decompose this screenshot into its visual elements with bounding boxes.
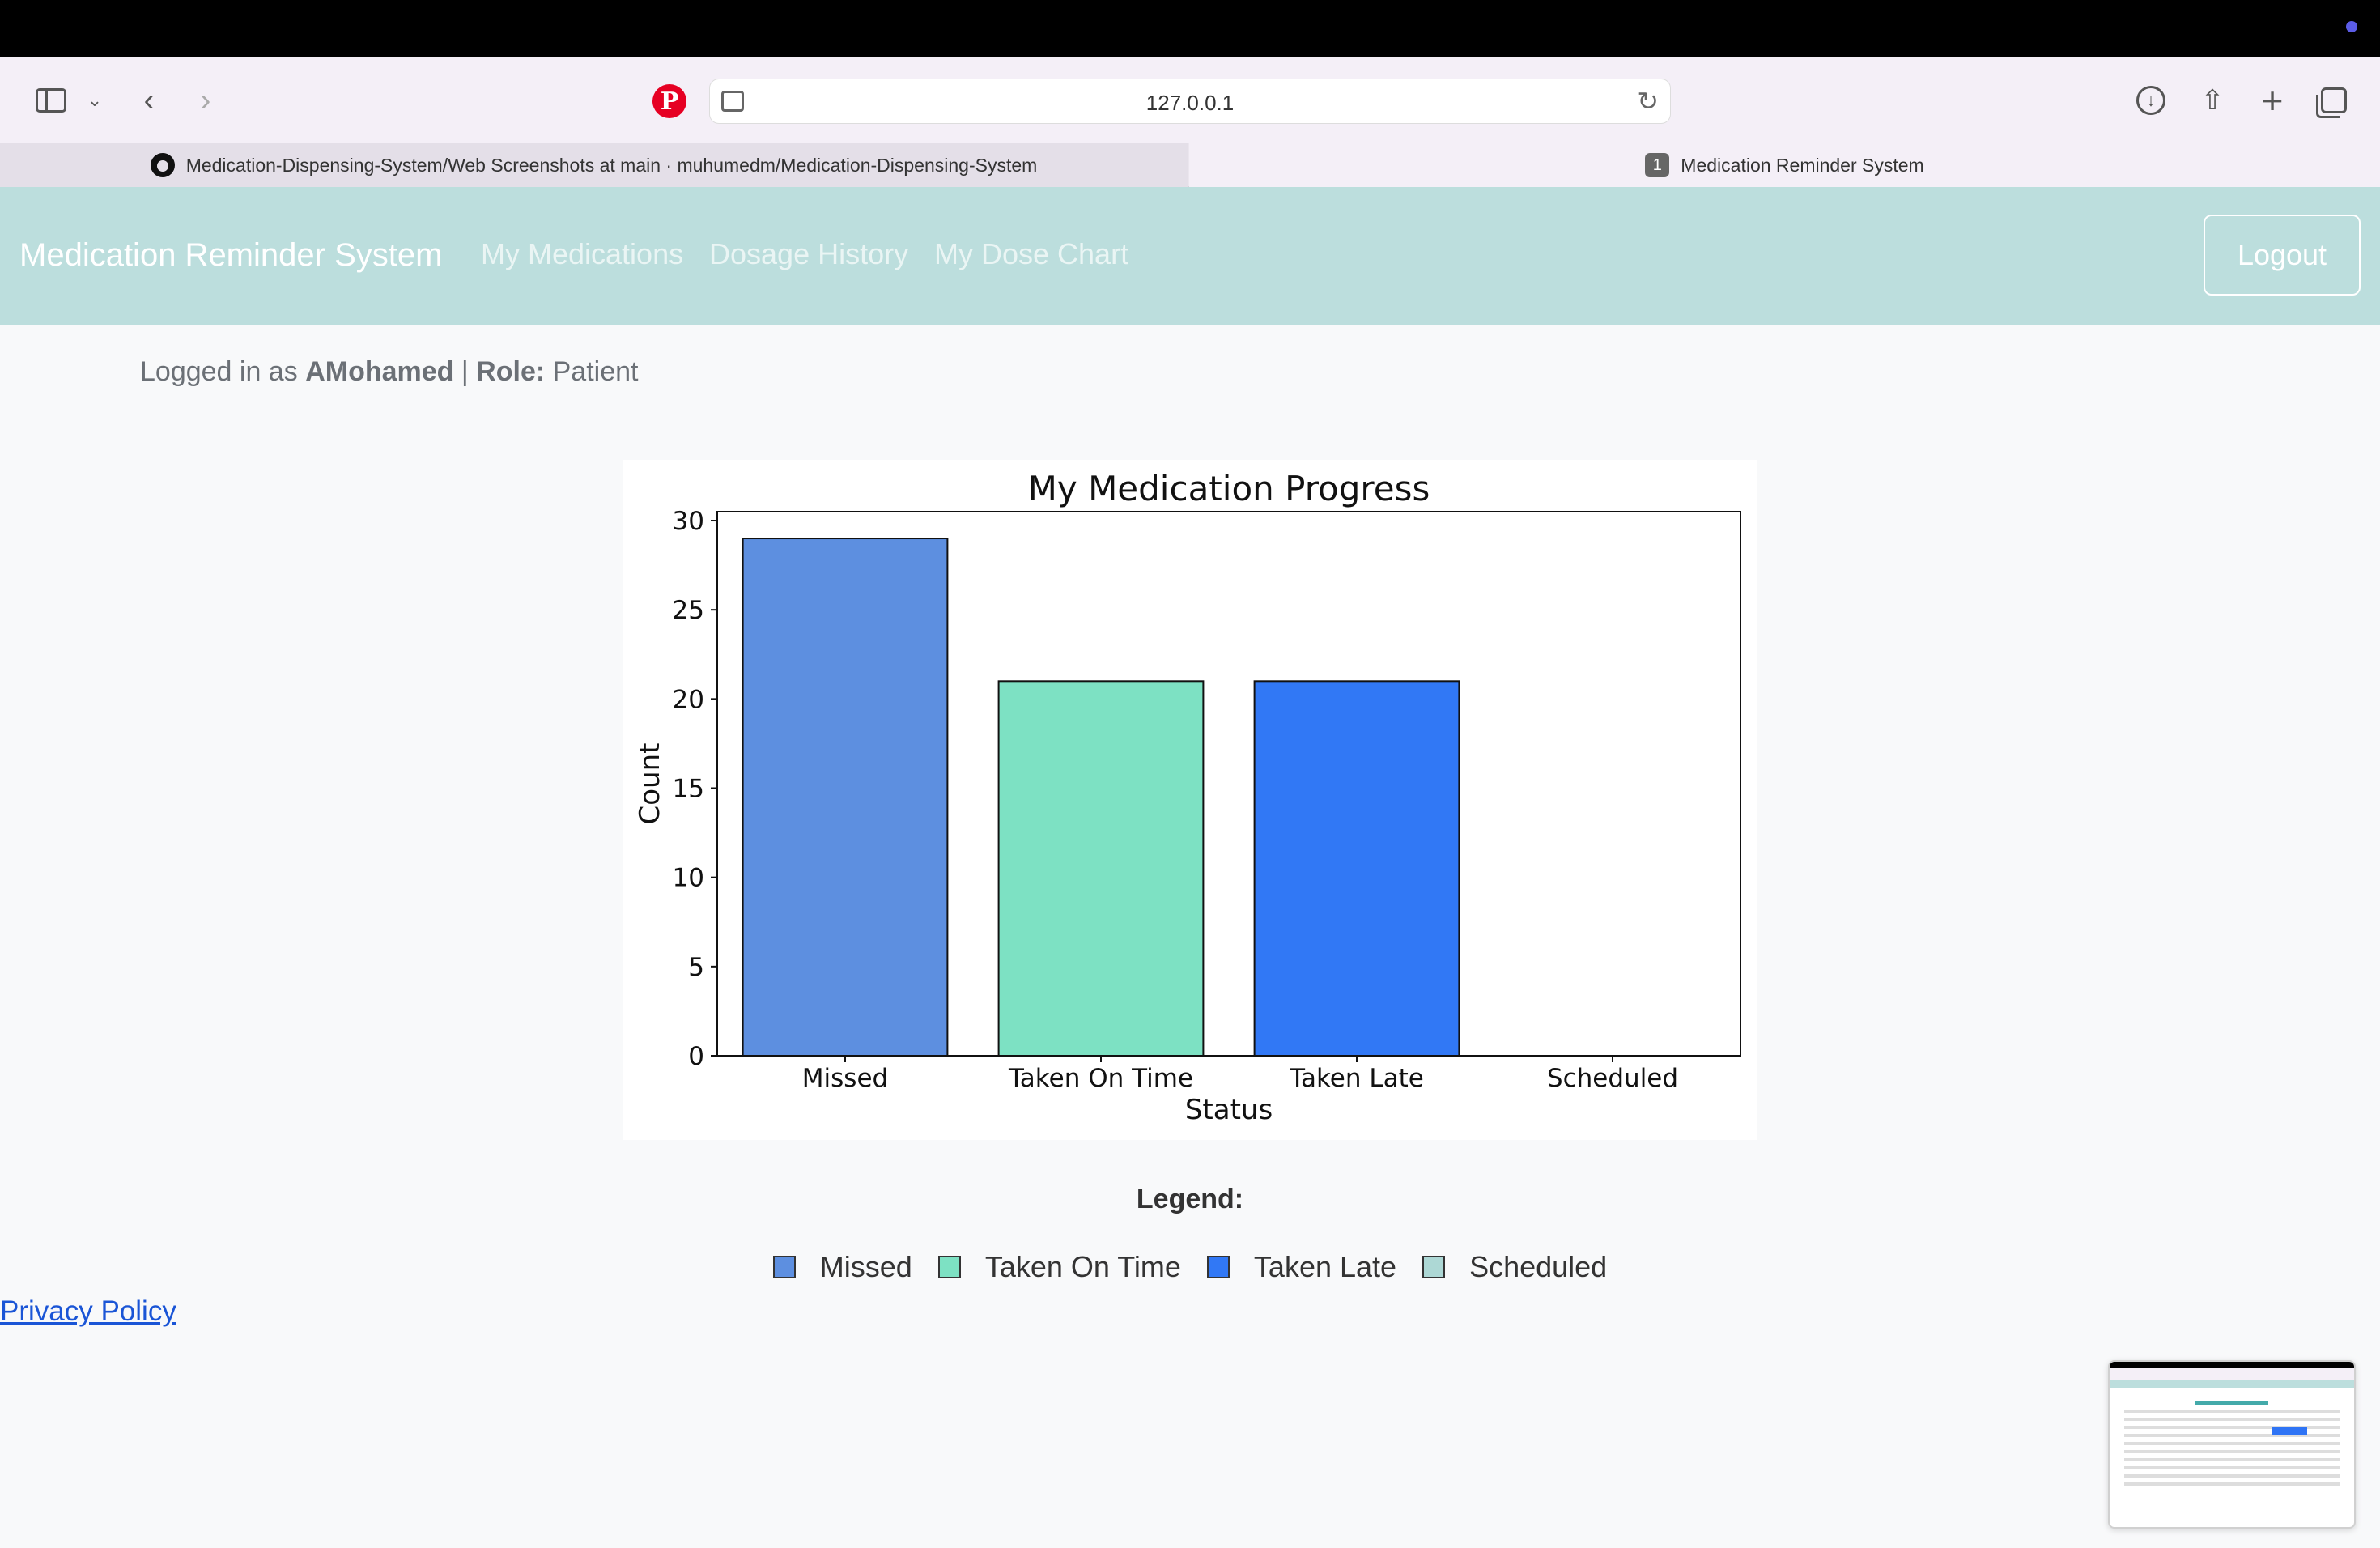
medication-progress-chart: My Medication Progress Missed Taken On Tim… xyxy=(623,460,1757,1140)
legend-label: Taken On Time xyxy=(984,1250,1181,1283)
y-axis-label: Count xyxy=(634,743,666,825)
new-tab-icon[interactable]: + xyxy=(2252,79,2293,121)
legend-label: Missed xyxy=(819,1250,912,1283)
legend-swatch xyxy=(1422,1256,1446,1278)
x-tick-label: Missed xyxy=(802,1064,888,1093)
chevron-down-icon[interactable]: ⌄ xyxy=(81,80,108,121)
y-tick-label: 5 xyxy=(688,953,704,982)
github-icon xyxy=(150,153,175,177)
pinterest-icon[interactable]: P xyxy=(652,84,686,118)
logged-prefix: Logged in as xyxy=(140,356,298,387)
legend-title: Legend: xyxy=(1136,1184,1244,1214)
os-menu-bar xyxy=(0,0,2380,57)
legend-swatch xyxy=(937,1256,961,1278)
legend-item-scheduled: Scheduled xyxy=(1422,1250,1607,1284)
y-tick-label: 0 xyxy=(688,1042,704,1071)
username: AMohamed xyxy=(305,356,454,387)
chart-svg: My Medication Progress Missed Taken On Tim… xyxy=(634,469,1741,1126)
x-tick-label: Taken On Time xyxy=(1008,1064,1193,1093)
x-axis-label: Status xyxy=(1185,1094,1273,1126)
legend: Missed Taken On Time Taken Late Schedule… xyxy=(0,1250,2380,1284)
back-arrow-icon[interactable]: ‹ xyxy=(131,80,167,121)
status-dot-icon xyxy=(2346,21,2357,32)
tab-github[interactable]: Medication-Dispensing-System/Web Screens… xyxy=(0,143,1188,187)
legend-item-taken-on-time: Taken On Time xyxy=(937,1250,1181,1284)
share-icon[interactable]: ⇧ xyxy=(2192,80,2233,121)
tab-badge-icon: 1 xyxy=(1645,153,1670,177)
bar-taken-late xyxy=(1253,680,1460,1057)
bar-missed xyxy=(742,538,949,1057)
y-tick-label: 10 xyxy=(673,864,704,893)
y-tick-label: 20 xyxy=(673,685,704,714)
forward-arrow-icon[interactable]: › xyxy=(188,80,223,121)
legend-item-missed: Missed xyxy=(772,1250,912,1284)
tab-title: Medication Reminder System xyxy=(1681,154,1924,176)
reload-icon[interactable]: ↻ xyxy=(1637,86,1659,117)
nav-dosage-history[interactable]: Dosage History xyxy=(709,237,908,271)
y-tick-label: 25 xyxy=(673,596,704,625)
download-icon[interactable]: ↓ xyxy=(2131,80,2171,121)
legend-swatch xyxy=(772,1256,796,1278)
screenshot-thumbnail[interactable] xyxy=(2108,1360,2356,1529)
logged-in-info: Logged in as AMohamed | Role: Patient xyxy=(140,356,638,388)
legend-label: Scheduled xyxy=(1469,1250,1608,1283)
tab-overview-icon[interactable] xyxy=(2314,80,2354,121)
sidebar-toggle-icon[interactable] xyxy=(31,80,71,121)
legend-swatch xyxy=(1206,1256,1230,1278)
nav-my-medications[interactable]: My Medications xyxy=(481,237,683,271)
privacy-policy-link[interactable]: Privacy Policy xyxy=(0,1295,176,1328)
y-tick-label: 15 xyxy=(673,775,704,804)
address-bar[interactable]: 127.0.0.1 ↻ xyxy=(709,79,1671,124)
role-value: Patient xyxy=(552,356,639,387)
logout-button[interactable]: Logout xyxy=(2204,215,2361,296)
role-label: Role: xyxy=(476,356,546,387)
legend-label: Taken Late xyxy=(1253,1250,1397,1283)
app-navbar: Medication Reminder System My Medication… xyxy=(0,187,2380,325)
legend-item-taken-late: Taken Late xyxy=(1206,1250,1397,1284)
y-tick-label: 30 xyxy=(673,507,704,536)
bar-taken-on-time xyxy=(997,680,1205,1057)
x-tick-label: Taken Late xyxy=(1289,1064,1424,1093)
tab-strip: Medication-Dispensing-System/Web Screens… xyxy=(0,143,2380,187)
brand-link[interactable]: Medication Reminder System xyxy=(19,237,442,274)
chart-title: My Medication Progress xyxy=(1028,469,1430,508)
separator: | xyxy=(461,356,469,387)
tab-title: Medication-Dispensing-System/Web Screens… xyxy=(185,154,1038,176)
url-text: 127.0.0.1 xyxy=(1145,91,1235,115)
tab-medication-reminder[interactable]: 1 Medication Reminder System xyxy=(1189,143,2380,187)
x-tick-label: Scheduled xyxy=(1547,1064,1678,1093)
nav-my-dose-chart[interactable]: My Dose Chart xyxy=(934,237,1128,271)
